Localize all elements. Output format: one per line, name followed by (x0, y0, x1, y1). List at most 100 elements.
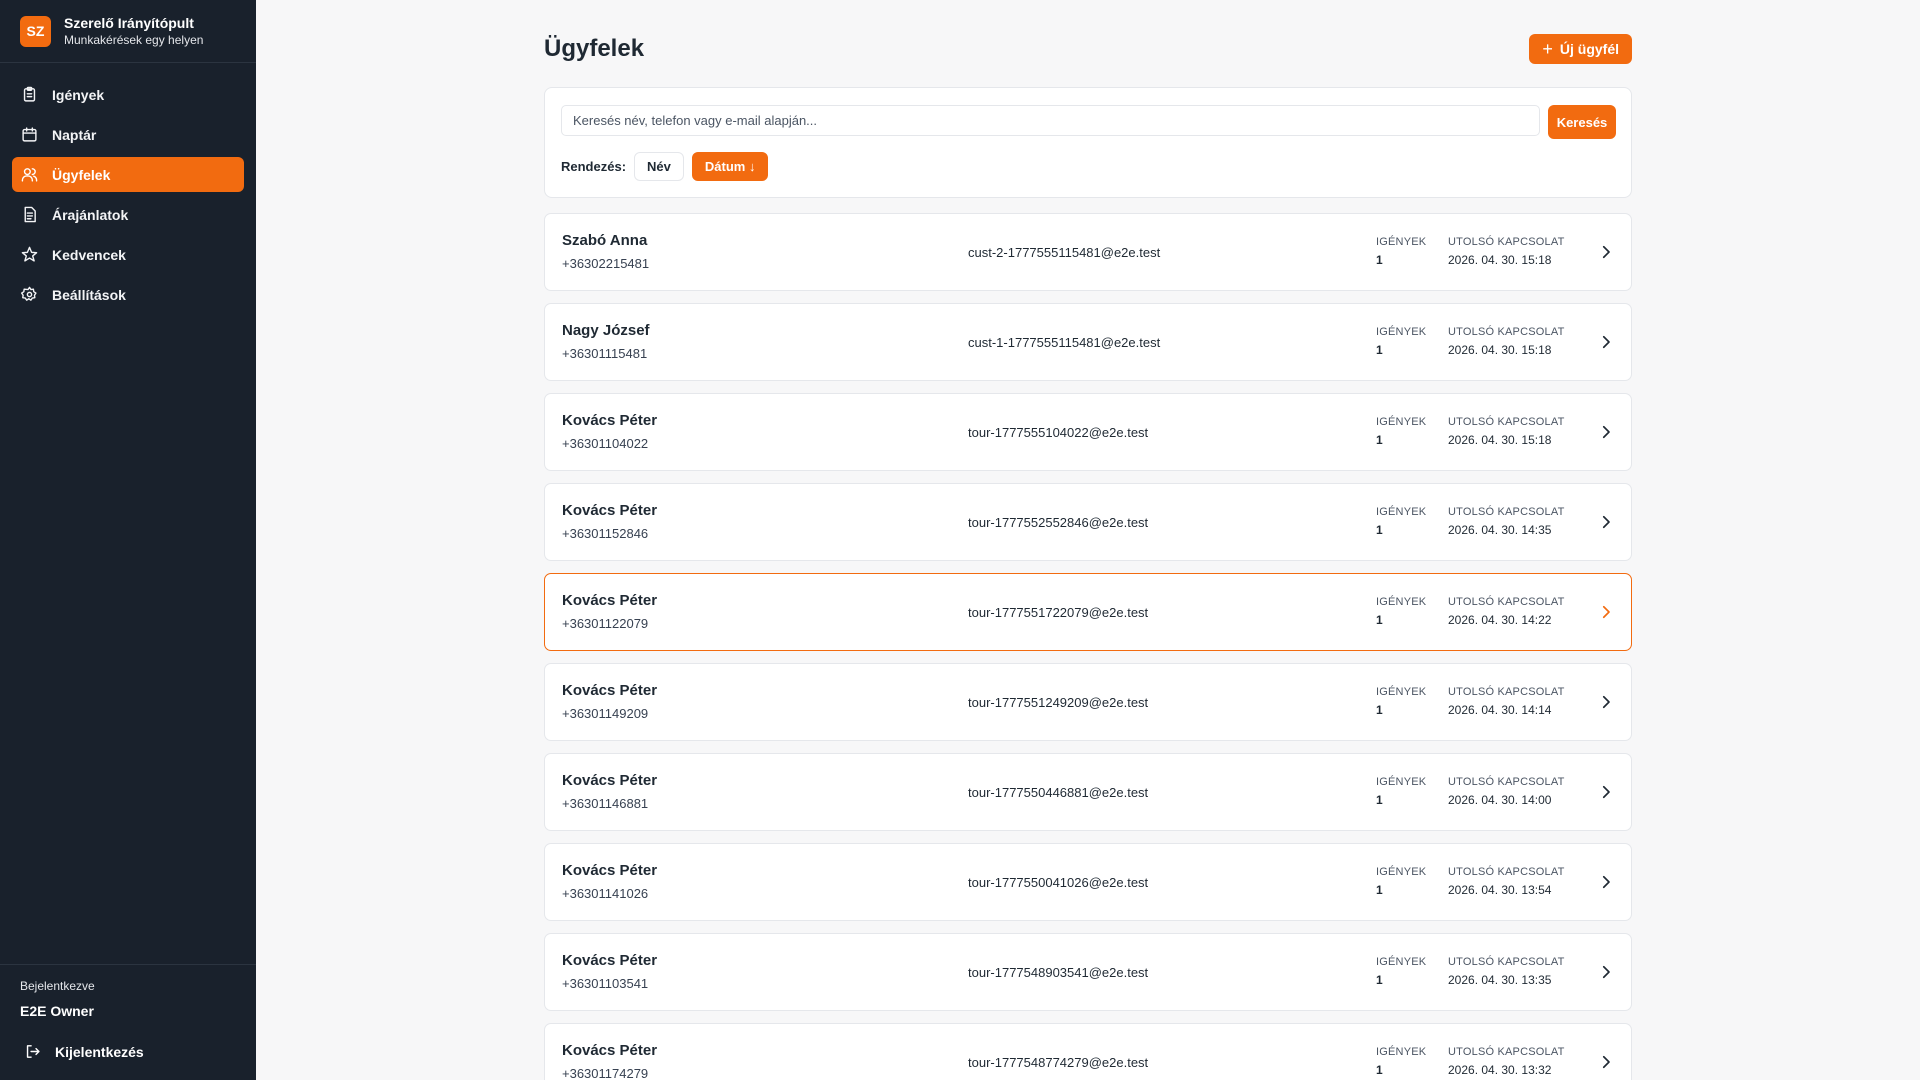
requests-count: 1 (1376, 793, 1383, 807)
customer-row[interactable]: Kovács Péter +36301103541 tour-177754890… (544, 933, 1632, 1011)
clipboard-icon (21, 86, 38, 103)
chevron-right-icon[interactable] (1597, 513, 1615, 531)
last-contact-label: UTOLSÓ KAPCSOLAT (1448, 236, 1565, 248)
customer-list: Szabó Anna +36302215481 cust-2-177755511… (544, 213, 1632, 1080)
sidebar-item-label: Ügyfelek (52, 166, 111, 183)
last-contact-value: 2026. 04. 30. 13:54 (1448, 883, 1552, 897)
new-customer-button[interactable]: + Új ügyfél (1529, 33, 1632, 64)
chevron-right-icon[interactable] (1597, 423, 1615, 441)
sidebar-item-arajanlatok[interactable]: Árajánlatok (12, 197, 244, 232)
customer-name: Kovács Péter (562, 592, 658, 609)
last-contact-label: UTOLSÓ KAPCSOLAT (1448, 776, 1565, 788)
last-contact-label: UTOLSÓ KAPCSOLAT (1448, 866, 1565, 878)
customer-email: tour-1777550446881@e2e.test (968, 785, 1149, 800)
logout-icon (24, 1043, 41, 1060)
chevron-right-icon[interactable] (1597, 1053, 1615, 1071)
chevron-right-icon[interactable] (1597, 873, 1615, 891)
customer-email: tour-1777555104022@e2e.test (968, 425, 1149, 440)
sidebar-item-label: Igények (52, 86, 105, 103)
requests-count: 1 (1376, 973, 1383, 987)
customer-phone: +36301146881 (562, 796, 649, 811)
last-contact-value: 2026. 04. 30. 15:18 (1448, 433, 1552, 447)
customer-row[interactable]: Szabó Anna +36302215481 cust-2-177755511… (544, 213, 1632, 291)
users-icon (21, 166, 38, 183)
logout-button[interactable]: Kijelentkezés (20, 1043, 236, 1060)
search-button[interactable]: Keresés (1548, 105, 1616, 139)
new-customer-label: Új ügyfél (1559, 40, 1619, 57)
last-contact-label: UTOLSÓ KAPCSOLAT (1448, 416, 1565, 428)
gear-icon (21, 286, 38, 303)
customer-phone: +36301115481 (562, 346, 648, 361)
customer-phone: +36301149209 (562, 706, 649, 721)
customer-name: Szabó Anna (562, 232, 648, 249)
last-contact-value: 2026. 04. 30. 14:14 (1448, 703, 1552, 717)
logout-label: Kijelentkezés (55, 1043, 144, 1060)
chevron-right-icon[interactable] (1597, 693, 1615, 711)
last-contact-value: 2026. 04. 30. 14:22 (1448, 613, 1552, 627)
brand-logo: SZ (20, 15, 51, 47)
last-contact-label: UTOLSÓ KAPCSOLAT (1448, 596, 1565, 608)
customer-row[interactable]: Kovács Péter +36301149209 tour-177755124… (544, 663, 1632, 741)
customer-row[interactable]: Kovács Péter +36301122079 tour-177755172… (544, 573, 1632, 651)
sidebar-item-ugyfelek[interactable]: Ügyfelek (12, 157, 244, 192)
customer-phone: +36302215481 (562, 256, 650, 271)
requests-label: IGÉNYEK (1376, 956, 1427, 968)
customer-phone: +36301104022 (562, 436, 649, 451)
requests-label: IGÉNYEK (1376, 866, 1427, 878)
customer-phone: +36301152846 (562, 526, 649, 541)
customer-name: Kovács Péter (562, 772, 658, 789)
sidebar-item-igenyek[interactable]: Igények (12, 77, 244, 112)
sort-by-name-button[interactable]: Név (634, 152, 684, 181)
page-title: Ügyfelek (544, 35, 645, 62)
brand: SZ Szerelő Irányítópult Munkakérések egy… (0, 0, 256, 63)
requests-label: IGÉNYEK (1376, 1046, 1427, 1058)
sidebar-item-label: Naptár (52, 126, 97, 143)
sort-label: Rendezés: (561, 159, 627, 174)
sidebar-item-beallitasok[interactable]: Beállítások (12, 277, 244, 312)
sidebar-item-naptar[interactable]: Naptár (12, 117, 244, 152)
requests-count: 1 (1376, 613, 1383, 627)
search-input[interactable] (561, 105, 1540, 136)
customer-name: Nagy József (562, 322, 650, 339)
customer-email: tour-1777548774279@e2e.test (968, 1055, 1149, 1070)
requests-label: IGÉNYEK (1376, 686, 1427, 698)
plus-icon: + (1542, 38, 1553, 59)
sidebar-item-kedvencek[interactable]: Kedvencek (12, 237, 244, 272)
customer-row[interactable]: Kovács Péter +36301104022 tour-177755510… (544, 393, 1632, 471)
requests-label: IGÉNYEK (1376, 416, 1427, 428)
customer-row[interactable]: Kovács Péter +36301152846 tour-177755255… (544, 483, 1632, 561)
chevron-right-icon[interactable] (1597, 603, 1615, 621)
requests-count: 1 (1376, 433, 1383, 447)
customer-name: Kovács Péter (562, 862, 658, 879)
customer-name: Kovács Péter (562, 502, 658, 519)
customer-row[interactable]: Kovács Péter +36301146881 tour-177755044… (544, 753, 1632, 831)
sidebar-nav: Igények Naptár Ügyfelek Árajánlatok Kedv… (0, 63, 256, 312)
last-contact-value: 2026. 04. 30. 15:18 (1448, 253, 1552, 267)
last-contact-value: 2026. 04. 30. 15:18 (1448, 343, 1552, 357)
customer-row[interactable]: Nagy József +36301115481 cust-1-17775551… (544, 303, 1632, 381)
sort-by-date-button[interactable]: Dátum ↓ (691, 152, 769, 181)
last-contact-value: 2026. 04. 30. 14:00 (1448, 793, 1552, 807)
requests-count: 1 (1376, 703, 1383, 717)
last-contact-value: 2026. 04. 30. 14:35 (1448, 523, 1552, 537)
last-contact-value: 2026. 04. 30. 13:32 (1448, 1063, 1552, 1077)
chevron-right-icon[interactable] (1597, 783, 1615, 801)
customer-name: Kovács Péter (562, 412, 658, 429)
chevron-right-icon[interactable] (1597, 963, 1615, 981)
sidebar-footer: Bejelentkezve E2E Owner Kijelentkezés (0, 964, 256, 1080)
customer-name: Kovács Péter (562, 682, 658, 699)
customer-name: Kovács Péter (562, 1042, 658, 1059)
chevron-right-icon[interactable] (1597, 243, 1615, 261)
customer-row[interactable]: Kovács Péter +36301174279 tour-177754877… (544, 1023, 1632, 1080)
star-icon (21, 246, 38, 263)
requests-label: IGÉNYEK (1376, 326, 1427, 338)
brand-subtitle: Munkakérések egy helyen (64, 33, 204, 47)
requests-label: IGÉNYEK (1376, 506, 1427, 518)
customer-row[interactable]: Kovács Péter +36301141026 tour-177755004… (544, 843, 1632, 921)
sort-row: Rendezés: Név Dátum ↓ (561, 152, 776, 181)
logged-in-user: E2E Owner (20, 1003, 94, 1019)
requests-count: 1 (1376, 523, 1383, 537)
customer-email: tour-1777551249209@e2e.test (968, 695, 1149, 710)
last-contact-label: UTOLSÓ KAPCSOLAT (1448, 326, 1565, 338)
chevron-right-icon[interactable] (1597, 333, 1615, 351)
